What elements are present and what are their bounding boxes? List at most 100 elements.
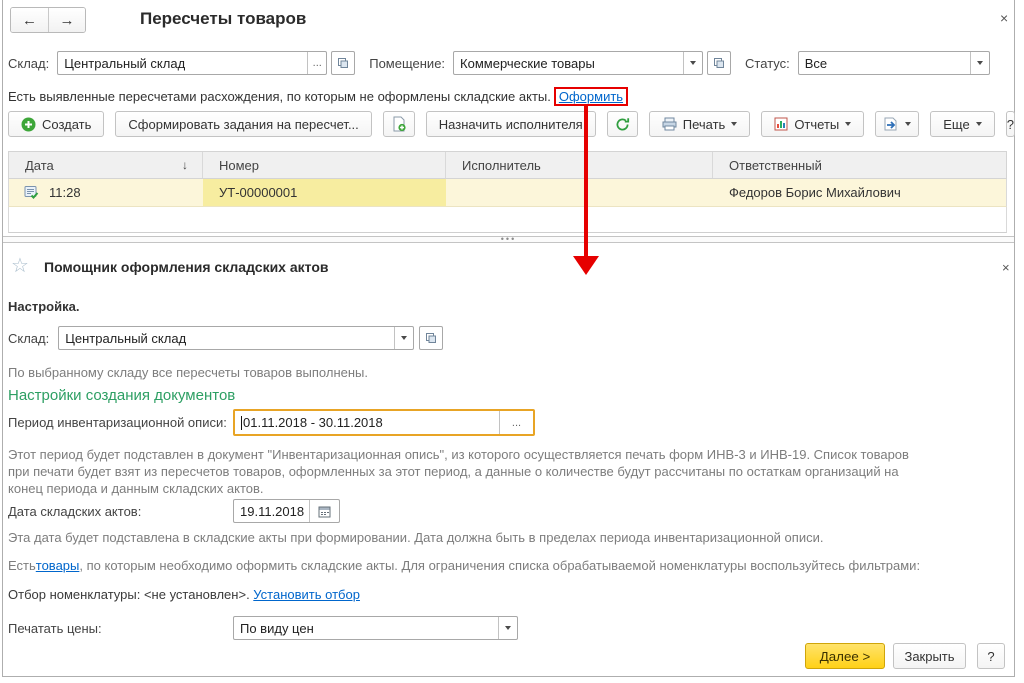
calendar-button[interactable] <box>309 500 339 522</box>
create-inventory-doc-button[interactable] <box>383 111 415 137</box>
assistant-title: Помощник оформления складских актов <box>44 259 328 275</box>
sort-desc-icon: ↓ <box>182 158 188 172</box>
room-field[interactable]: Коммерческие товары <box>453 51 703 75</box>
open-room-button[interactable] <box>707 51 731 75</box>
column-label: Дата <box>25 158 54 173</box>
document-check-icon <box>24 185 39 200</box>
printer-icon <box>662 117 677 131</box>
choose-button[interactable]: ... <box>307 52 326 74</box>
panel-splitter[interactable]: ••• <box>3 236 1014 243</box>
create-button[interactable]: Создать <box>8 111 104 137</box>
open-warehouse-button[interactable] <box>331 51 355 75</box>
reports-button[interactable]: Отчеты <box>761 111 864 137</box>
choose-button[interactable]: ... <box>499 411 533 434</box>
goods-link[interactable]: товары <box>36 558 80 573</box>
dropdown-button[interactable] <box>970 52 989 74</box>
warehouse-label: Склад: <box>8 56 49 71</box>
goods-line: Есть товары , по которым необходимо офор… <box>8 558 920 573</box>
date-hint: Эта дата будет подставлена в складские а… <box>8 530 823 545</box>
help-button[interactable]: ? <box>977 643 1005 669</box>
annotation-arrow-head <box>573 256 599 275</box>
room-label: Помещение: <box>369 56 445 71</box>
warehouse-field[interactable]: Центральный склад ... <box>57 51 327 75</box>
annotation-arrow-line <box>584 105 588 257</box>
next-button[interactable]: Далее > <box>805 643 885 669</box>
set-selection-link[interactable]: Установить отбор <box>253 587 360 602</box>
reports-label: Отчеты <box>794 117 839 132</box>
refresh-button[interactable] <box>607 111 638 137</box>
chevron-down-icon <box>505 626 511 630</box>
acts-date-value: 19.11.2018 <box>234 500 309 522</box>
chevron-down-icon <box>977 61 983 65</box>
date-row: Дата складских актов: 19.11.2018 <box>8 499 340 523</box>
column-header-executor[interactable]: Исполнитель <box>446 152 713 178</box>
warehouse-value: Центральный склад <box>58 52 307 74</box>
goods-line-post: , по которым необходимо оформить складск… <box>79 558 920 573</box>
message-text: Есть выявленные пересчетами расхождения,… <box>8 89 551 104</box>
status-label: Статус: <box>745 56 790 71</box>
selection-text: Отбор номенклатуры: <не установлен>. <box>8 587 253 602</box>
close-icon[interactable]: × <box>1000 10 1008 26</box>
help-label: ? <box>1007 117 1014 132</box>
forward-button[interactable]: → <box>48 8 85 32</box>
register-link[interactable]: Оформить <box>559 89 623 104</box>
document-export-icon <box>883 117 899 131</box>
warehouse-label: Склад: <box>8 331 49 346</box>
selection-line: Отбор номенклатуры: <не установлен>. Уст… <box>8 587 360 602</box>
cell-date[interactable]: 11:28 <box>9 179 203 206</box>
recount-table: Дата ↓ Номер Исполнитель Ответственный 1… <box>8 151 1007 233</box>
annotation-highlight-box: Оформить <box>554 87 628 106</box>
more-button[interactable]: Еще <box>930 111 994 137</box>
cell-executor[interactable] <box>446 179 713 206</box>
filter-row: Склад: Центральный склад ... Помещение: … <box>8 51 990 75</box>
form-tasks-button[interactable]: Сформировать задания на пересчет... <box>115 111 371 137</box>
prices-field[interactable]: По виду цен <box>233 616 518 640</box>
column-header-date[interactable]: Дата ↓ <box>9 152 203 178</box>
assistant-warehouse-field[interactable]: Центральный склад <box>58 326 414 350</box>
help-button[interactable]: ? <box>1006 111 1015 137</box>
create-label: Создать <box>42 117 91 132</box>
goods-line-pre: Есть <box>8 558 36 573</box>
period-field[interactable]: 01.11.2018 - 30.11.2018 ... <box>233 409 535 436</box>
column-header-number[interactable]: Номер <box>203 152 446 178</box>
close-button[interactable]: Закрыть <box>893 643 966 669</box>
dropdown-button[interactable] <box>683 52 702 74</box>
acts-date-field[interactable]: 19.11.2018 <box>233 499 340 523</box>
room-value: Коммерческие товары <box>454 52 683 74</box>
calendar-icon <box>318 505 331 518</box>
table-empty-area <box>8 207 1007 233</box>
cell-date-value: 11:28 <box>49 185 81 200</box>
refresh-icon <box>615 117 630 132</box>
period-label: Период инвентаризационной описи: <box>8 415 233 430</box>
period-hint: Этот период будет подставлен в документ … <box>8 446 916 497</box>
column-header-responsible[interactable]: Ответственный <box>713 152 1006 178</box>
assign-executor-button[interactable]: Назначить исполнителя <box>426 111 596 137</box>
text-caret <box>241 416 242 430</box>
export-button[interactable] <box>875 111 919 137</box>
close-icon[interactable]: × <box>1002 260 1010 275</box>
form-tasks-label: Сформировать задания на пересчет... <box>128 117 358 132</box>
more-label: Еще <box>943 117 969 132</box>
page-title: Пересчеты товаров <box>140 9 306 29</box>
open-warehouse-button[interactable] <box>419 326 443 350</box>
prices-label: Печатать цены: <box>8 621 233 636</box>
back-arrow-icon: ← <box>22 12 37 29</box>
print-button[interactable]: Печать <box>649 111 751 137</box>
favorite-star-icon[interactable]: ☆ <box>11 253 29 278</box>
dropdown-button[interactable] <box>394 327 413 349</box>
group-title: Настройки создания документов <box>8 387 235 404</box>
period-value: 01.11.2018 - 30.11.2018 <box>243 415 383 430</box>
table-row[interactable]: 11:28 УТ-00000001 Федоров Борис Михайлов… <box>8 179 1007 207</box>
cell-responsible[interactable]: Федоров Борис Михайлович <box>713 179 1006 206</box>
cell-number[interactable]: УТ-00000001 <box>203 179 446 206</box>
history-nav: ← → <box>10 7 86 33</box>
discrepancy-message: Есть выявленные пересчетами расхождения,… <box>8 87 628 106</box>
dropdown-button[interactable] <box>498 617 517 639</box>
settings-heading: Настройка. <box>8 299 79 314</box>
prices-value: По виду цен <box>234 617 498 639</box>
chevron-down-icon <box>731 122 737 126</box>
back-button[interactable]: ← <box>11 8 48 32</box>
chevron-down-icon <box>845 122 851 126</box>
assign-executor-label: Назначить исполнителя <box>439 117 583 132</box>
status-field[interactable]: Все <box>798 51 990 75</box>
